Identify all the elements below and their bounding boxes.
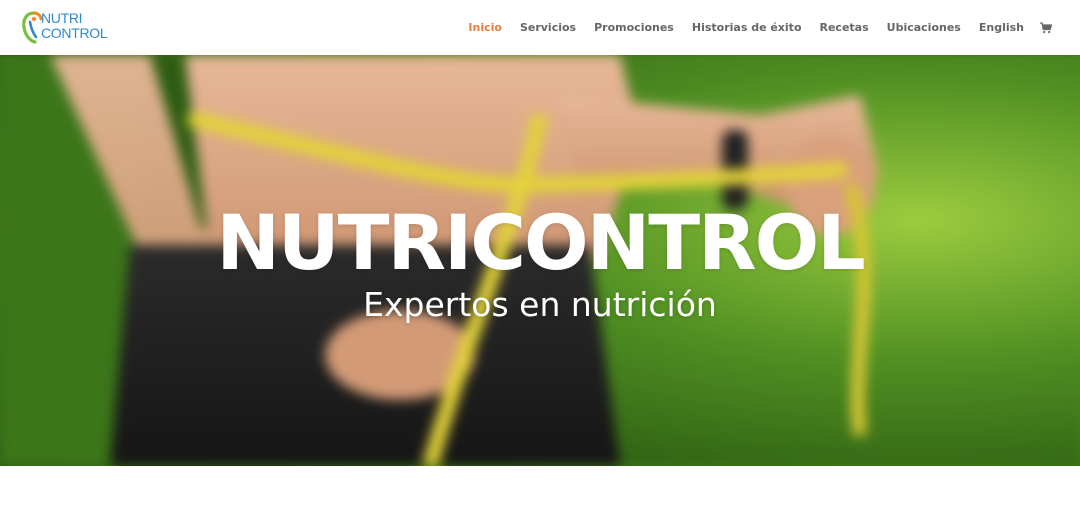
nav-item-ubicaciones[interactable]: Ubicaciones — [887, 21, 961, 34]
nav-item-promociones[interactable]: Promociones — [594, 21, 674, 34]
logo-line-2: CONTROL — [41, 25, 108, 41]
hero-banner: NUTRICONTROL Expertos en nutrición — [0, 55, 1080, 466]
logo-line-1: NUTRI — [41, 10, 83, 26]
content-area — [0, 466, 1080, 510]
nav-item-historias-de-exito[interactable]: Historias de éxito — [692, 21, 802, 34]
site-header: NUTRI CONTROL Inicio Servicios Promocion… — [0, 0, 1080, 55]
nutricontrol-logo[interactable]: NUTRI CONTROL — [22, 10, 112, 44]
nav-item-servicios[interactable]: Servicios — [520, 21, 576, 34]
nav-item-inicio[interactable]: Inicio — [468, 21, 502, 34]
main-navigation: Inicio Servicios Promociones Historias d… — [450, 0, 1052, 55]
hero-title: NUTRICONTROL — [216, 198, 865, 287]
hero-subtitle: Expertos en nutrición — [363, 285, 717, 324]
logo-wordmark: NUTRI CONTROL — [41, 10, 108, 41]
nav-item-recetas[interactable]: Recetas — [820, 21, 869, 34]
shopping-cart-icon[interactable] — [1040, 21, 1052, 34]
nav-item-english[interactable]: English — [979, 21, 1024, 34]
